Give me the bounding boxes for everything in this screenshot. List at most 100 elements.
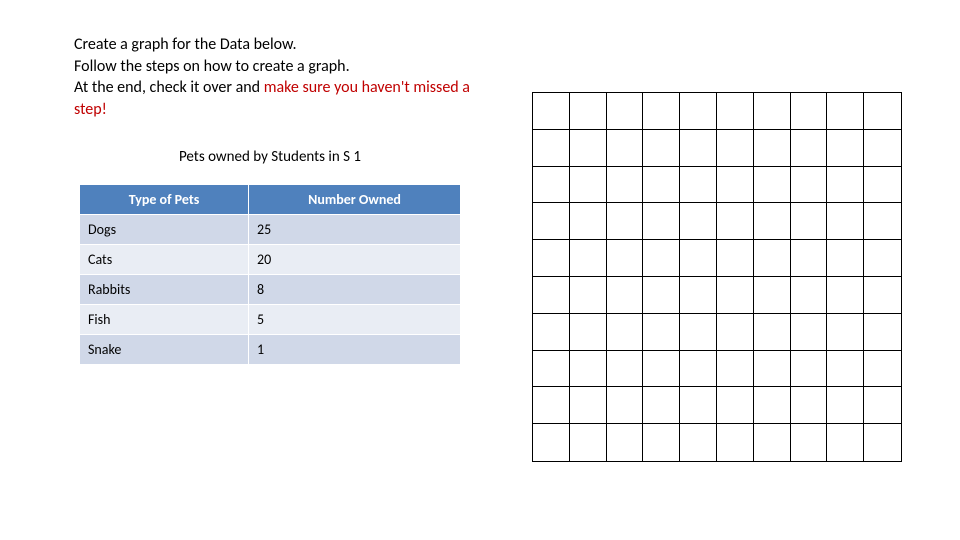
grid-cell	[717, 93, 754, 130]
grid-cell	[680, 387, 717, 424]
grid-cell	[791, 387, 828, 424]
grid-cell	[533, 167, 570, 204]
grid-cell	[533, 240, 570, 277]
grid-cell	[864, 351, 901, 388]
grid-cell	[643, 387, 680, 424]
grid-cell	[533, 351, 570, 388]
instruction-line-3a: At the end, check it over and	[74, 78, 264, 97]
grid-cell	[607, 277, 644, 314]
instruction-line-2: Follow the steps on how to create a grap…	[74, 57, 350, 76]
grid-cell	[864, 314, 901, 351]
cell-pet: Snake	[80, 335, 249, 365]
worksheet-slide: Create a graph for the Data below. Follo…	[0, 0, 960, 540]
grid-cell	[533, 130, 570, 167]
grid-cell	[570, 387, 607, 424]
grid-cell	[791, 93, 828, 130]
grid-cell	[827, 240, 864, 277]
grid-cell	[570, 351, 607, 388]
grid-cell	[607, 387, 644, 424]
grid-cell	[570, 240, 607, 277]
grid-cell	[680, 203, 717, 240]
grid-cell	[864, 167, 901, 204]
grid-cell	[791, 167, 828, 204]
grid-cell	[607, 351, 644, 388]
cell-count: 20	[249, 245, 461, 275]
table-row: Dogs 25	[80, 215, 460, 245]
grid-cell	[827, 130, 864, 167]
grid-cell	[864, 93, 901, 130]
grid-cell	[827, 314, 864, 351]
grid-cell	[680, 314, 717, 351]
pets-data-table: Type of Pets Number Owned Dogs 25 Cats 2…	[80, 185, 460, 364]
grid-cell	[717, 130, 754, 167]
table-row: Fish 5	[80, 305, 460, 335]
grid-cell	[791, 424, 828, 461]
grid-cell	[533, 203, 570, 240]
grid-cell	[717, 424, 754, 461]
grid-cell	[754, 240, 791, 277]
grid-cell	[643, 203, 680, 240]
grid-cell	[643, 351, 680, 388]
grid-cell	[827, 93, 864, 130]
grid-cell	[607, 130, 644, 167]
grid-cell	[570, 203, 607, 240]
grid-cell	[827, 167, 864, 204]
grid-cell	[570, 277, 607, 314]
cell-count: 1	[249, 335, 461, 365]
instruction-line-1: Create a graph for the Data below.	[74, 35, 297, 54]
grid-cell	[680, 167, 717, 204]
grid-cell	[607, 424, 644, 461]
cell-count: 8	[249, 275, 461, 305]
header-type-of-pets: Type of Pets	[80, 185, 249, 215]
grid-cell	[570, 167, 607, 204]
blank-graph-grid	[532, 92, 902, 462]
grid-cell	[754, 277, 791, 314]
grid-cell	[754, 424, 791, 461]
grid-cell	[570, 424, 607, 461]
grid-cell	[754, 130, 791, 167]
cell-pet: Fish	[80, 305, 249, 335]
grid-cell	[643, 130, 680, 167]
cell-pet: Dogs	[80, 215, 249, 245]
grid-cell	[827, 387, 864, 424]
cell-count: 5	[249, 305, 461, 335]
grid-cell	[607, 167, 644, 204]
grid-cell	[717, 277, 754, 314]
grid-cell	[827, 203, 864, 240]
grid-cell	[643, 167, 680, 204]
grid-cell	[864, 387, 901, 424]
grid-cell	[717, 351, 754, 388]
grid-cell	[754, 351, 791, 388]
cell-pet: Rabbits	[80, 275, 249, 305]
grid-cell	[643, 314, 680, 351]
grid-cell	[717, 240, 754, 277]
grid-cell	[643, 424, 680, 461]
grid-cell	[717, 387, 754, 424]
grid-cell	[533, 93, 570, 130]
header-number-owned: Number Owned	[249, 185, 461, 215]
table-row: Snake 1	[80, 335, 460, 365]
grid-cell	[754, 167, 791, 204]
grid-cell	[680, 240, 717, 277]
grid-cell	[570, 130, 607, 167]
grid-cell	[827, 277, 864, 314]
grid-cell	[570, 93, 607, 130]
grid-cell	[533, 314, 570, 351]
grid-cell	[717, 167, 754, 204]
grid-cell	[680, 351, 717, 388]
grid-cell	[643, 93, 680, 130]
grid-cell	[754, 314, 791, 351]
grid-cell	[864, 240, 901, 277]
grid-cell	[791, 314, 828, 351]
grid-cell	[607, 203, 644, 240]
grid-cell	[680, 93, 717, 130]
grid-cell	[680, 130, 717, 167]
grid-cell	[607, 314, 644, 351]
cell-count: 25	[249, 215, 461, 245]
grid-cell	[791, 277, 828, 314]
grid-cell	[533, 387, 570, 424]
grid-cell	[680, 424, 717, 461]
grid-cell	[607, 93, 644, 130]
grid-cell	[533, 277, 570, 314]
grid-cell	[754, 203, 791, 240]
